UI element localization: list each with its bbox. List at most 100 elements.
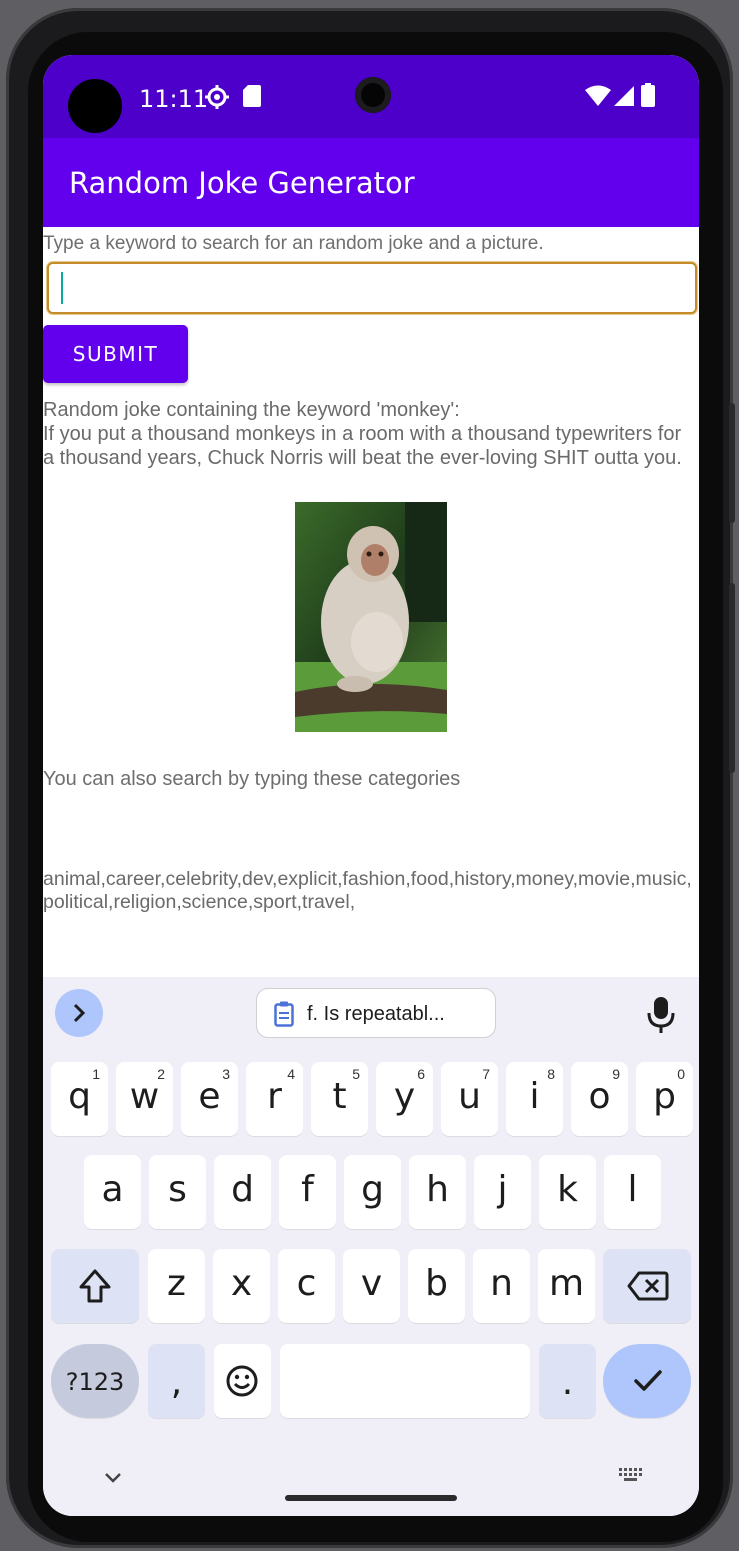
key-number-hint: 0 bbox=[677, 1066, 685, 1082]
key[interactable]: u7 bbox=[441, 1062, 498, 1136]
joke-text: If you put a thousand monkeys in a room … bbox=[43, 423, 682, 469]
key[interactable]: g bbox=[344, 1155, 401, 1229]
key[interactable]: i8 bbox=[506, 1062, 563, 1136]
key[interactable]: e3 bbox=[181, 1062, 238, 1136]
key[interactable]: t5 bbox=[311, 1062, 368, 1136]
key[interactable]: v bbox=[343, 1249, 400, 1323]
soft-keyboard: f. Is repeatabl... q1w2e3r4t5y6u7i8o9p0 … bbox=[43, 977, 699, 1516]
microphone-icon[interactable] bbox=[643, 995, 679, 1035]
key-letter: j bbox=[497, 1169, 508, 1210]
key[interactable]: f bbox=[279, 1155, 336, 1229]
key[interactable]: m bbox=[538, 1249, 595, 1323]
keyword-input[interactable] bbox=[47, 262, 697, 314]
key[interactable]: r4 bbox=[246, 1062, 303, 1136]
categories-intro: You can also search by typing these cate… bbox=[43, 768, 461, 790]
keyboard-icon[interactable] bbox=[618, 1467, 644, 1485]
power-button bbox=[729, 403, 735, 523]
key-letter: r bbox=[267, 1076, 282, 1117]
search-prompt: Type a keyword to search for an random j… bbox=[43, 233, 544, 254]
key[interactable]: b bbox=[408, 1249, 465, 1323]
key-number-hint: 2 bbox=[157, 1066, 165, 1082]
key-letter: a bbox=[101, 1169, 124, 1210]
battery-icon bbox=[641, 83, 655, 107]
key-letter: m bbox=[548, 1263, 585, 1304]
space-key[interactable] bbox=[280, 1344, 530, 1418]
symbols-key[interactable]: ?123 bbox=[51, 1344, 139, 1418]
key-letter: y bbox=[393, 1076, 416, 1117]
check-icon bbox=[634, 1370, 662, 1391]
enter-key[interactable] bbox=[603, 1344, 691, 1418]
key-letter: q bbox=[68, 1076, 91, 1117]
key[interactable]: z bbox=[148, 1249, 205, 1323]
key-letter: l bbox=[627, 1169, 638, 1210]
status-bar: 11:11 bbox=[43, 55, 699, 138]
sd-card-icon bbox=[243, 85, 261, 107]
key[interactable]: q1 bbox=[51, 1062, 108, 1136]
key[interactable]: x bbox=[213, 1249, 270, 1323]
backspace-key[interactable] bbox=[603, 1249, 691, 1323]
clipboard-suggestion-chip[interactable]: f. Is repeatabl... bbox=[256, 988, 496, 1038]
joke-heading: Random joke containing the keyword 'monk… bbox=[43, 399, 460, 421]
key-letter: x bbox=[230, 1263, 253, 1304]
key-number-hint: 8 bbox=[547, 1066, 555, 1082]
gear-icon bbox=[205, 85, 229, 109]
key-letter: d bbox=[231, 1169, 254, 1210]
monkey-image bbox=[295, 502, 447, 732]
symbols-key-label: ?123 bbox=[65, 1368, 125, 1396]
key-letter: f bbox=[301, 1169, 314, 1210]
shift-key[interactable] bbox=[51, 1249, 139, 1323]
status-time: 11:11 bbox=[139, 85, 209, 113]
clipboard-suggestion-text: f. Is repeatabl... bbox=[307, 1003, 445, 1025]
key-letter: p bbox=[653, 1076, 676, 1117]
key[interactable]: c bbox=[278, 1249, 335, 1323]
key-letter: u bbox=[458, 1076, 481, 1117]
emoji-key[interactable] bbox=[214, 1344, 271, 1418]
wifi-icon bbox=[585, 85, 611, 106]
app-bar: Random Joke Generator bbox=[43, 138, 699, 227]
key-letter: n bbox=[490, 1263, 513, 1304]
key-letter: k bbox=[557, 1169, 578, 1210]
key[interactable]: j bbox=[474, 1155, 531, 1229]
submit-button[interactable]: SUBMIT bbox=[43, 325, 188, 383]
joke-result: Random joke containing the keyword 'monk… bbox=[43, 398, 693, 470]
text-caret bbox=[61, 272, 63, 304]
key[interactable]: n bbox=[473, 1249, 530, 1323]
key-number-hint: 3 bbox=[222, 1066, 230, 1082]
period-key[interactable]: . bbox=[539, 1344, 596, 1418]
key[interactable]: d bbox=[214, 1155, 271, 1229]
key[interactable]: a bbox=[84, 1155, 141, 1229]
key[interactable]: y6 bbox=[376, 1062, 433, 1136]
key-number-hint: 1 bbox=[92, 1066, 100, 1082]
key-letter: e bbox=[198, 1076, 221, 1117]
categories-list: animal,career,celebrity,dev,explicit,fas… bbox=[43, 868, 692, 913]
comma-key[interactable]: , bbox=[148, 1344, 205, 1418]
backspace-icon bbox=[627, 1271, 669, 1301]
key[interactable]: s bbox=[149, 1155, 206, 1229]
chevron-down-icon[interactable] bbox=[103, 1471, 123, 1485]
shift-icon bbox=[79, 1269, 111, 1303]
key-letter: o bbox=[588, 1076, 611, 1117]
key-letter: s bbox=[168, 1169, 187, 1210]
key[interactable]: k bbox=[539, 1155, 596, 1229]
key[interactable]: w2 bbox=[116, 1062, 173, 1136]
emoji-icon bbox=[226, 1365, 258, 1397]
key-letter: w bbox=[129, 1076, 160, 1117]
key[interactable]: p0 bbox=[636, 1062, 693, 1136]
key-letter: i bbox=[529, 1076, 540, 1117]
key[interactable]: l bbox=[604, 1155, 661, 1229]
key-number-hint: 5 bbox=[352, 1066, 360, 1082]
clipboard-icon bbox=[274, 1001, 294, 1027]
suggestions-toggle[interactable] bbox=[55, 989, 103, 1037]
key-number-hint: 4 bbox=[287, 1066, 295, 1082]
key[interactable]: o9 bbox=[571, 1062, 628, 1136]
key-letter: t bbox=[332, 1076, 347, 1117]
key-number-hint: 9 bbox=[612, 1066, 620, 1082]
key-number-hint: 6 bbox=[417, 1066, 425, 1082]
key[interactable]: h bbox=[409, 1155, 466, 1229]
camera-cutout bbox=[68, 79, 122, 133]
key-letter: g bbox=[361, 1169, 384, 1210]
volume-button bbox=[729, 583, 735, 773]
navigation-handle[interactable] bbox=[285, 1495, 457, 1501]
comma-key-label: , bbox=[170, 1362, 183, 1403]
key-letter: b bbox=[425, 1263, 448, 1304]
